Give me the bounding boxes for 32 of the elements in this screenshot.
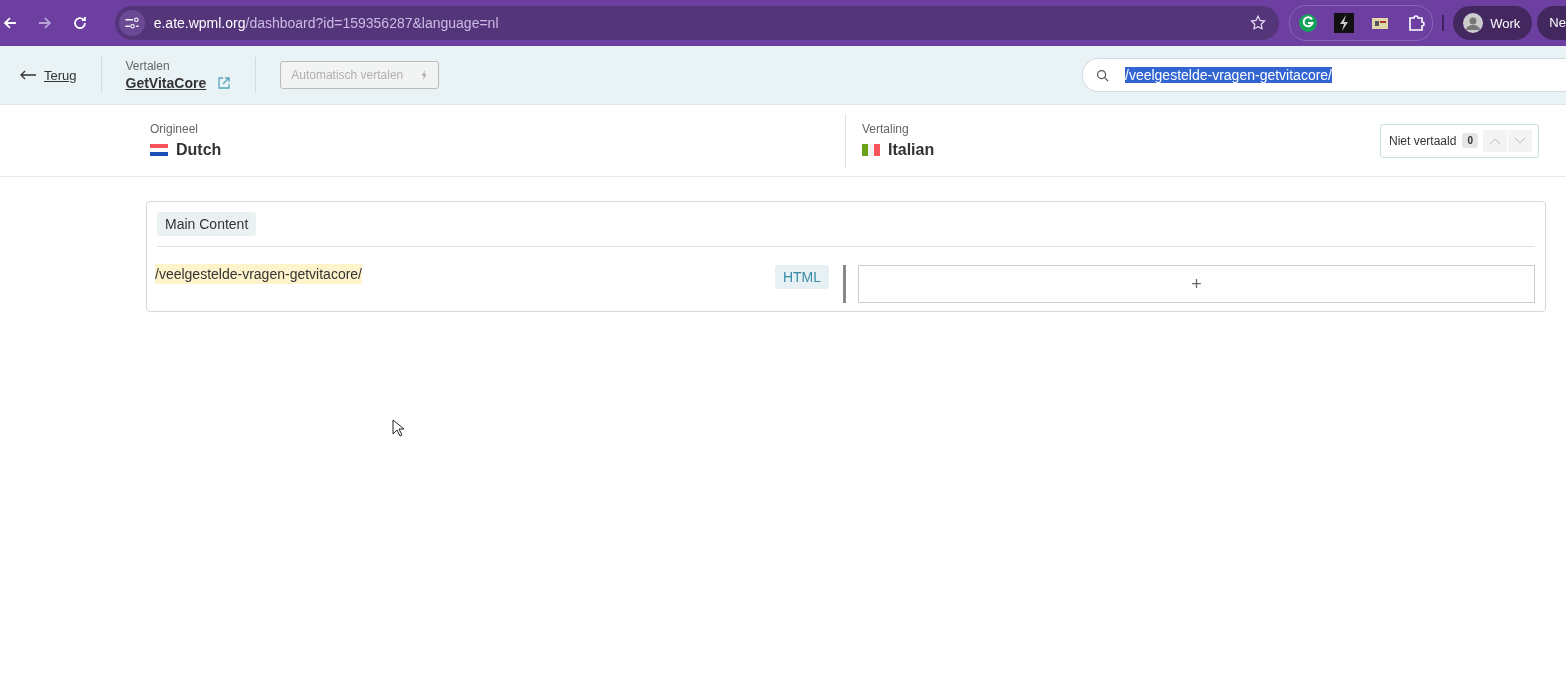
- search-icon: [1096, 68, 1109, 82]
- count-badge: 0: [1462, 133, 1478, 148]
- flag-icon: [862, 144, 880, 156]
- source-language-label: Origineel: [150, 122, 200, 136]
- address-bar[interactable]: e.ate.wpml.org/dashboard?id=159356287&language=nl: [114, 6, 1280, 40]
- section-tag: Main Content: [157, 212, 257, 236]
- flag-icon: [150, 144, 168, 156]
- lightning-icon: [421, 70, 429, 80]
- site-settings-icon[interactable]: [118, 10, 145, 36]
- add-translation-button[interactable]: +: [858, 265, 1535, 303]
- chevron-down-icon: [1513, 136, 1526, 145]
- format-tag: HTML: [774, 265, 829, 289]
- url-text: e.ate.wpml.org/dashboard?id=159356287&language=nl: [153, 15, 500, 31]
- avatar-icon: [1463, 13, 1484, 33]
- back-link[interactable]: Terug: [44, 67, 77, 83]
- mouse-cursor-icon: [392, 419, 404, 437]
- profile-button[interactable]: Work: [1453, 6, 1533, 40]
- project-label: Vertalen: [125, 59, 171, 73]
- source-language: Dutch: [176, 141, 222, 159]
- profile-button[interactable]: Ne: [1537, 6, 1566, 40]
- search-field[interactable]: /veelgestelde-vragen-getvitacore/: [1082, 58, 1566, 92]
- source-text: /veelgestelde-vragen-getvitacore/: [155, 264, 362, 284]
- project-link[interactable]: GetVitaCore: [125, 75, 207, 91]
- chevron-up-icon: [1488, 136, 1501, 145]
- star-icon[interactable]: [1249, 14, 1268, 32]
- target-language-label: Vertaling: [862, 122, 910, 136]
- target-language: Italian: [888, 141, 935, 159]
- back-arrow-icon: [19, 70, 37, 80]
- lightning-icon[interactable]: [1334, 13, 1355, 33]
- extension-icon[interactable]: [1298, 13, 1319, 33]
- filter-label: Niet vertaald: [1389, 133, 1457, 148]
- puzzle-icon[interactable]: [1406, 13, 1427, 33]
